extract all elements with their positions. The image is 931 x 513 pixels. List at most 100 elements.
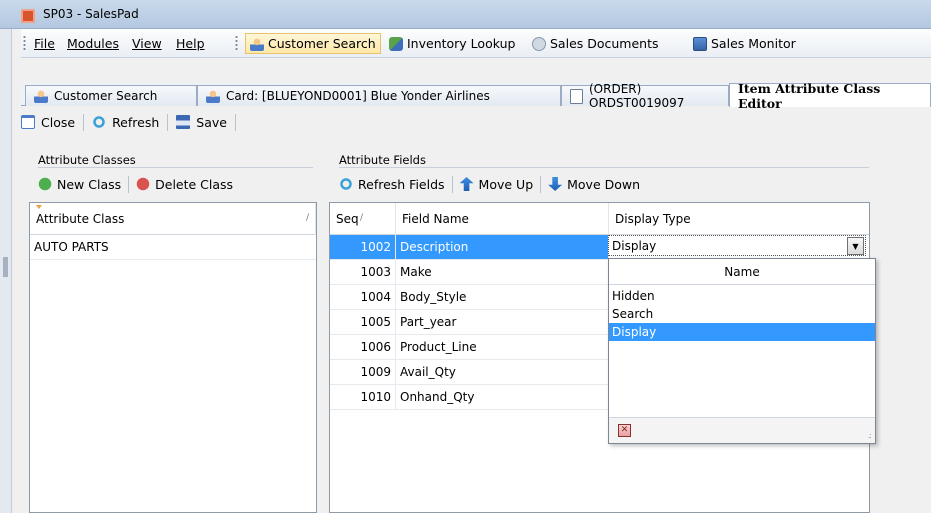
- inventory-lookup-label: Inventory Lookup: [407, 36, 516, 51]
- customer-search-toolbar-button[interactable]: Customer Search: [245, 33, 381, 54]
- toolbar-grip-icon[interactable]: [235, 35, 238, 52]
- field-name-cell: Description: [396, 235, 609, 259]
- field-name-cell: Body_Style: [396, 285, 609, 309]
- menu-bar: File Modules View Help Customer Search I…: [21, 29, 931, 58]
- dropdown-option-hidden[interactable]: Hidden: [609, 287, 875, 305]
- refresh-fields-button[interactable]: Refresh Fields: [358, 177, 445, 192]
- attribute-classes-group-label: Attribute Classes: [38, 153, 136, 167]
- arrow-down-icon: [548, 177, 563, 191]
- seq-cell: 1003: [330, 260, 396, 284]
- attribute-classes-toolbar: New Class Delete Class: [38, 172, 233, 196]
- field-name-column-header[interactable]: Field Name: [396, 203, 609, 235]
- attribute-class-column-label: Attribute Class: [36, 212, 125, 226]
- sales-documents-toolbar-button[interactable]: Sales Documents: [532, 36, 659, 51]
- table-row[interactable]: AUTO PARTS: [30, 235, 316, 260]
- refresh-icon: [92, 115, 107, 129]
- menu-modules[interactable]: Modules: [67, 36, 119, 51]
- arrow-up-icon: [459, 177, 474, 191]
- tab-customer-card[interactable]: Card: [BLUEYOND0001] Blue Yonder Airline…: [197, 85, 561, 106]
- page-toolbar: Close Refresh Save: [21, 111, 238, 133]
- display-type-combo[interactable]: Display ▼: [608, 235, 866, 256]
- sales-documents-label: Sales Documents: [550, 36, 659, 51]
- toolbar-separator: [234, 113, 236, 131]
- tab-customer-search-label: Customer Search: [54, 89, 158, 103]
- save-icon: [176, 115, 191, 129]
- tab-customer-card-label: Card: [BLUEYOND0001] Blue Yonder Airline…: [226, 89, 490, 103]
- save-button[interactable]: Save: [196, 115, 227, 130]
- seq-cell: 1009: [330, 360, 396, 384]
- group-divider: [339, 167, 869, 168]
- seq-cell: 1005: [330, 310, 396, 334]
- add-icon: [38, 177, 52, 191]
- menu-help[interactable]: Help: [176, 36, 205, 51]
- tab-item-attribute-class-editor-label: Item Attribute Class Editor: [738, 80, 881, 111]
- menu-view-label: View: [132, 36, 162, 51]
- rail-grip[interactable]: [3, 257, 8, 277]
- field-name-cell: Avail_Qty: [396, 360, 609, 384]
- close-icon: [21, 115, 35, 129]
- sales-monitor-toolbar-button[interactable]: Sales Monitor: [693, 36, 796, 51]
- toolbar-separator: [167, 113, 169, 131]
- monitor-icon: [693, 36, 707, 51]
- dropdown-options: Hidden Search Display: [609, 285, 875, 341]
- resize-grip-icon[interactable]: .:: [868, 431, 872, 440]
- filter-icon[interactable]: /: [360, 213, 363, 223]
- menu-modules-label: Modules: [67, 36, 119, 51]
- menu-grip-icon[interactable]: [23, 35, 26, 52]
- dropdown-option-display[interactable]: Display: [609, 323, 875, 341]
- attribute-class-grid-header: Attribute Class /: [30, 203, 316, 235]
- documents-icon: [532, 36, 546, 51]
- display-type-column-header[interactable]: Display Type: [609, 203, 869, 235]
- customer-icon: [206, 89, 220, 103]
- attribute-fields-grid-header: Seq / Field Name Display Type: [330, 203, 869, 235]
- attribute-class-column-header[interactable]: Attribute Class /: [30, 203, 316, 235]
- document-tab-strip: Customer Search Card: [BLUEYOND0001] Blu…: [21, 81, 931, 111]
- toolbar-separator: [451, 175, 453, 193]
- salespad-app-icon: [21, 9, 35, 23]
- sales-monitor-label: Sales Monitor: [711, 36, 796, 51]
- customer-icon: [34, 89, 48, 103]
- menu-help-label: Help: [176, 36, 205, 51]
- refresh-button[interactable]: Refresh: [112, 115, 159, 130]
- filter-icon[interactable]: /: [306, 213, 309, 223]
- dropdown-header-label: Name: [724, 264, 760, 279]
- seq-cell: 1006: [330, 335, 396, 359]
- dropdown-footer: ✕ .:: [609, 417, 875, 443]
- sort-indicator-icon: [36, 205, 42, 209]
- tab-item-attribute-class-editor[interactable]: Item Attribute Class Editor: [729, 81, 931, 111]
- field-name-cell: Product_Line: [396, 335, 609, 359]
- toolbar-separator: [128, 175, 130, 193]
- menu-view[interactable]: View: [132, 36, 162, 51]
- customer-icon: [250, 36, 264, 51]
- attribute-fields-toolbar: Refresh Fields Move Up Move Down: [339, 172, 640, 196]
- tab-sales-order-label: (ORDER) ORDST0019097: [589, 82, 685, 110]
- display-type-column-label: Display Type: [615, 212, 691, 226]
- dropdown-option-search[interactable]: Search: [609, 305, 875, 323]
- close-button[interactable]: Close: [41, 115, 75, 130]
- field-name-column-label: Field Name: [402, 212, 469, 226]
- tab-sales-order[interactable]: (ORDER) ORDST0019097: [561, 82, 729, 110]
- move-down-button[interactable]: Move Down: [567, 177, 640, 192]
- delete-class-button[interactable]: Delete Class: [155, 177, 233, 192]
- menu-file-label: File: [34, 36, 55, 51]
- seq-column-header[interactable]: Seq /: [330, 203, 396, 235]
- left-panel-rail[interactable]: [0, 29, 12, 513]
- seq-cell: 1002: [330, 235, 396, 259]
- inventory-icon: [389, 36, 403, 51]
- seq-cell: 1010: [330, 385, 396, 409]
- seq-column-label: Seq: [336, 212, 359, 226]
- window-title: SP03 - SalesPad: [43, 7, 139, 21]
- attribute-fields-group-label: Attribute Fields: [339, 153, 426, 167]
- display-type-combo-value: Display: [612, 238, 657, 253]
- dropdown-header: Name: [609, 259, 875, 285]
- move-up-button[interactable]: Move Up: [479, 177, 534, 192]
- menu-file[interactable]: File: [34, 36, 55, 51]
- attribute-class-grid[interactable]: Attribute Class / AUTO PARTS: [29, 202, 317, 513]
- new-class-button[interactable]: New Class: [57, 177, 121, 192]
- inventory-lookup-toolbar-button[interactable]: Inventory Lookup: [389, 36, 515, 51]
- chevron-down-icon[interactable]: ▼: [847, 237, 864, 255]
- field-name-cell: Onhand_Qty: [396, 385, 609, 409]
- tab-customer-search[interactable]: Customer Search: [25, 85, 197, 106]
- toolbar-separator: [540, 175, 542, 193]
- close-icon[interactable]: ✕: [618, 424, 631, 437]
